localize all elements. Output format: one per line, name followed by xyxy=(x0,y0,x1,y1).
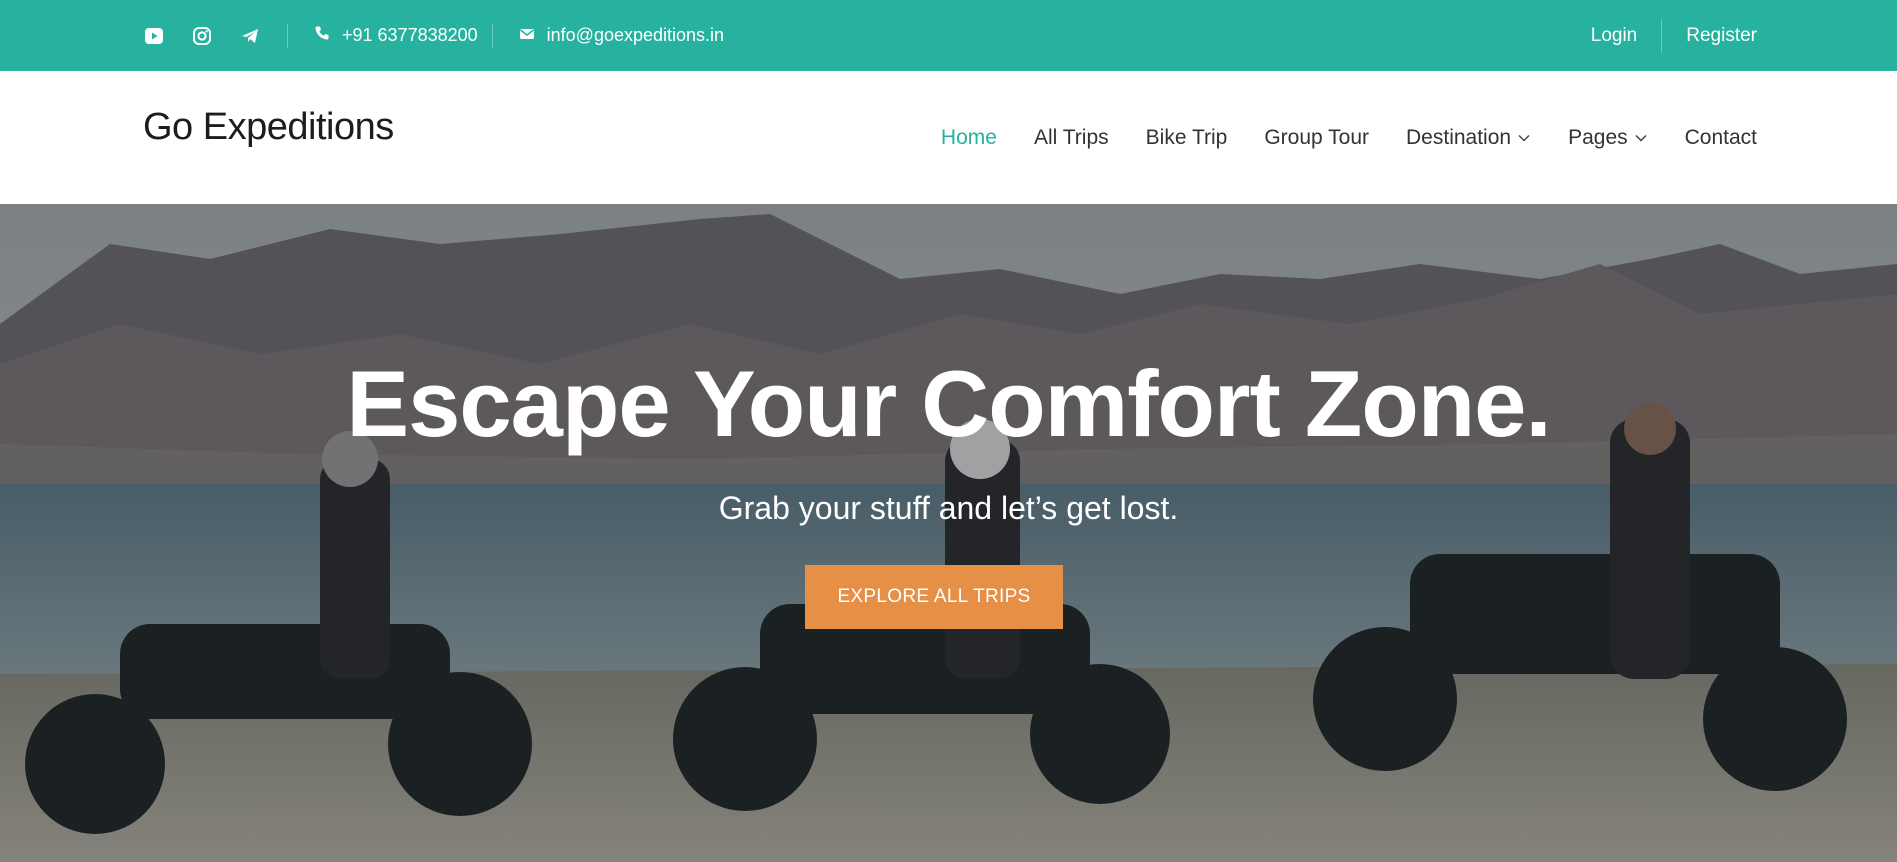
register-link[interactable]: Register xyxy=(1661,18,1757,53)
phone-icon xyxy=(314,25,330,46)
hero-title: Escape Your Comfort Zone. xyxy=(346,351,1551,456)
top-bar: +91 6377838200 info@goexpeditions.in Log… xyxy=(0,0,1897,71)
explore-all-trips-button[interactable]: EXPLORE ALL TRIPS xyxy=(805,565,1063,629)
nav-all-trips[interactable]: All Trips xyxy=(1034,126,1109,150)
social-links xyxy=(143,23,288,48)
nav-home[interactable]: Home xyxy=(941,126,997,150)
main-nav: Home All Trips Bike Trip Group Tour Dest… xyxy=(941,71,1757,204)
chevron-down-icon xyxy=(1635,134,1647,142)
login-link[interactable]: Login xyxy=(1567,19,1662,53)
hero-section: Escape Your Comfort Zone. Grab your stuf… xyxy=(0,204,1897,862)
mail-icon xyxy=(519,25,535,46)
nav-pages[interactable]: Pages xyxy=(1568,126,1648,150)
nav-group-tour[interactable]: Group Tour xyxy=(1264,126,1369,150)
instagram-icon[interactable] xyxy=(191,25,213,47)
phone-number: +91 6377838200 xyxy=(342,25,478,45)
hero-overlay xyxy=(0,204,1897,862)
chevron-down-icon xyxy=(1518,134,1530,142)
nav-destination-label: Destination xyxy=(1406,125,1512,149)
auth-links: Login Register xyxy=(1567,0,1757,71)
nav-pages-label: Pages xyxy=(1568,125,1628,149)
nav-contact[interactable]: Contact xyxy=(1685,126,1757,150)
youtube-icon[interactable] xyxy=(143,25,165,47)
hero-subtitle: Grab your stuff and let’s get lost. xyxy=(718,490,1179,526)
email-contact[interactable]: info@goexpeditions.in xyxy=(491,23,738,48)
site-logo[interactable]: Go Expeditions xyxy=(143,106,394,149)
nav-bike-trip[interactable]: Bike Trip xyxy=(1146,126,1228,150)
top-bar-left: +91 6377838200 info@goexpeditions.in xyxy=(143,0,738,71)
telegram-icon[interactable] xyxy=(239,25,261,47)
nav-destination[interactable]: Destination xyxy=(1406,126,1531,150)
site-header: Go Expeditions Home All Trips Bike Trip … xyxy=(0,71,1897,204)
phone-contact[interactable]: +91 6377838200 xyxy=(288,24,492,48)
email-address: info@goexpeditions.in xyxy=(546,25,725,45)
